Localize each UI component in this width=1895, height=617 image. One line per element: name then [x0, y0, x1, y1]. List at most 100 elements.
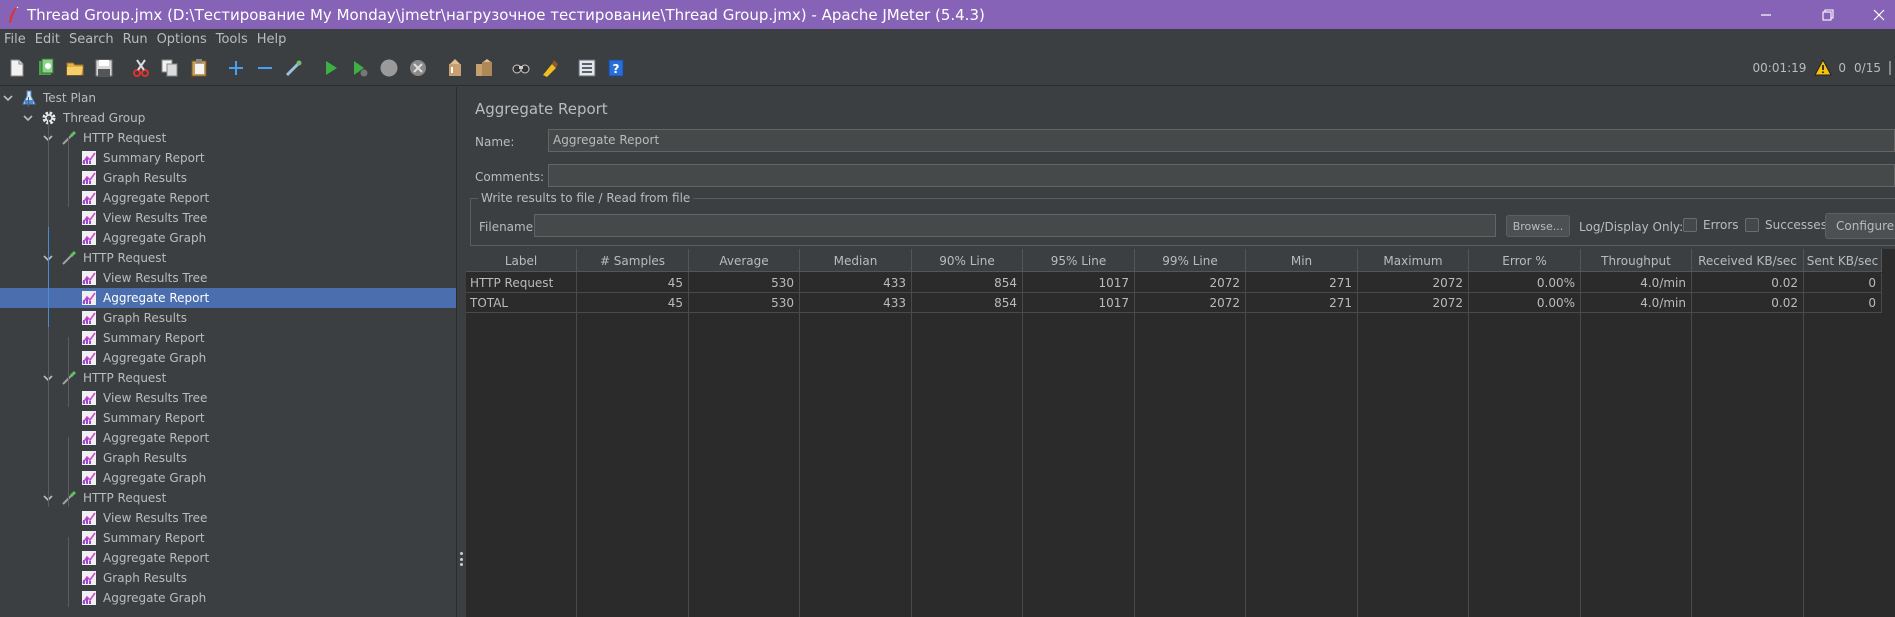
column-divider [1022, 272, 1023, 617]
column-header[interactable]: 90% Line [912, 249, 1023, 272]
column-header[interactable]: Label [466, 249, 577, 272]
menu-file[interactable]: File [4, 32, 26, 47]
menu-help[interactable]: Help [257, 32, 287, 47]
close-icon[interactable] [1856, 0, 1895, 29]
tree-item-thread-group[interactable]: Thread Group [0, 108, 456, 128]
tree-item-view-results-tree[interactable]: View Results Tree [0, 508, 456, 528]
table-cell: 4.0/min [1581, 273, 1692, 293]
tree-item-view-results-tree[interactable]: View Results Tree [0, 268, 456, 288]
jmeter-feather-icon [5, 6, 21, 24]
tree-item-label: Summary Report [103, 531, 205, 545]
test-plan-tree: Test Plan Thread Group HTTP Request Summary… [0, 87, 456, 617]
comments-field[interactable] [548, 164, 1895, 187]
open-icon[interactable] [64, 57, 86, 79]
save-icon[interactable] [93, 57, 115, 79]
http-sampler-pipette-icon [61, 370, 77, 386]
table-cell: 0.00% [1469, 273, 1581, 293]
column-header[interactable]: Average [689, 249, 800, 272]
clear-icon[interactable] [444, 57, 466, 79]
column-header[interactable]: Received KB/sec [1692, 249, 1804, 272]
collapse-icon[interactable] [254, 57, 276, 79]
table-cell: 2072 [1358, 273, 1469, 293]
restore-icon[interactable] [1805, 0, 1851, 29]
title-bar: Thread Group.jmx (D:\Тестирование My Mon… [0, 0, 1895, 29]
column-header[interactable]: Sent KB/sec [1804, 249, 1882, 272]
tree-item-label: Graph Results [103, 171, 187, 185]
tree-item-http-request[interactable]: HTTP Request [0, 248, 456, 268]
tree-item-summary-report[interactable]: Summary Report [0, 408, 456, 428]
menu-search[interactable]: Search [69, 32, 114, 47]
stop-icon[interactable] [378, 57, 400, 79]
tree-item-label: Aggregate Report [103, 551, 210, 565]
column-header[interactable]: Error % [1469, 249, 1581, 272]
warning-icon[interactable] [1814, 59, 1833, 77]
column-divider [1245, 272, 1246, 617]
tree-item-label: Graph Results [103, 571, 187, 585]
table-row[interactable]: HTTP Request 45 530 433 854 1017 2072 271 2072 0.… [466, 273, 1882, 293]
column-header[interactable]: Throughput [1581, 249, 1692, 272]
help-icon[interactable]: ? [605, 57, 627, 79]
table-row[interactable]: TOTAL 45 530 433 854 1017 2072 271 2072 0.00% 4.0/… [466, 293, 1882, 313]
cut-icon[interactable] [130, 57, 152, 79]
column-header[interactable]: # Samples [577, 249, 689, 272]
tree-item-label: Aggregate Graph [103, 351, 207, 365]
errors-checkbox[interactable] [1683, 218, 1697, 232]
paste-icon[interactable] [188, 57, 210, 79]
tree-item-aggregate-report[interactable]: Aggregate Report [0, 288, 456, 308]
start-icon[interactable] [320, 57, 342, 79]
splitter[interactable] [456, 87, 464, 617]
column-header[interactable]: 99% Line [1135, 249, 1246, 272]
menu-options[interactable]: Options [157, 32, 207, 47]
thread-group-gear-icon [41, 110, 57, 126]
active-threads: 0/15 [1854, 61, 1881, 75]
reset-search-icon[interactable] [539, 57, 561, 79]
listener-chart-icon [81, 350, 97, 366]
tree-item-label: View Results Tree [103, 271, 208, 285]
clear-all-icon[interactable] [473, 57, 495, 79]
copy-icon[interactable] [159, 57, 181, 79]
search-icon[interactable] [510, 57, 532, 79]
column-header[interactable]: Min [1246, 249, 1358, 272]
browse-button[interactable]: Browse... [1506, 215, 1570, 237]
menu-tools[interactable]: Tools [216, 32, 248, 47]
menu-edit[interactable]: Edit [35, 32, 60, 47]
minimize-icon[interactable] [1743, 0, 1789, 29]
new-icon[interactable] [6, 57, 28, 79]
warning-count: 0 [1838, 61, 1847, 75]
status-area: 00:01:19 0 0/15 [1753, 50, 1895, 86]
filename-field[interactable] [534, 214, 1496, 237]
expand-icon[interactable] [225, 57, 247, 79]
chevron-down-icon[interactable] [2, 92, 14, 104]
column-header[interactable]: Maximum [1358, 249, 1469, 272]
toolbar-edge [1889, 61, 1891, 75]
comments-label: Comments: [475, 170, 545, 184]
listener-chart-icon [81, 310, 97, 326]
tree-item-test-plan[interactable]: Test Plan [0, 88, 456, 108]
toggle-icon[interactable] [283, 57, 305, 79]
start-no-pause-icon[interactable] [349, 57, 371, 79]
successes-label: Successes [1765, 218, 1827, 232]
configure-button[interactable]: Configure [1825, 213, 1895, 239]
tree-item-view-results-tree[interactable]: View Results Tree [0, 208, 456, 228]
menu-run[interactable]: Run [123, 32, 148, 47]
templates-icon[interactable] [35, 57, 57, 79]
tree-item-graph-results[interactable]: Graph Results [0, 308, 456, 328]
name-field[interactable]: Aggregate Report [548, 129, 1895, 152]
tree-connector [28, 97, 29, 107]
table-cell: 0.02 [1692, 293, 1804, 313]
column-header[interactable]: Median [800, 249, 912, 272]
menu-bar: File Edit Search Run Options Tools Help [0, 29, 1895, 50]
function-helper-icon[interactable] [576, 57, 598, 79]
listener-chart-icon [81, 430, 97, 446]
chevron-down-icon[interactable] [22, 112, 34, 124]
successes-checkbox[interactable] [1745, 218, 1759, 232]
toolbar: ? 00:01:19 0 0/15 [0, 50, 1895, 86]
column-header[interactable]: 95% Line [1023, 249, 1135, 272]
column-divider [688, 272, 689, 617]
column-divider [1803, 272, 1804, 617]
tree-item-aggregate-graph[interactable]: Aggregate Graph [0, 228, 456, 248]
tree-item-label: Summary Report [103, 151, 205, 165]
errors-label: Errors [1703, 218, 1739, 232]
splitter-grip-icon[interactable] [459, 552, 463, 566]
shutdown-icon[interactable] [407, 57, 429, 79]
